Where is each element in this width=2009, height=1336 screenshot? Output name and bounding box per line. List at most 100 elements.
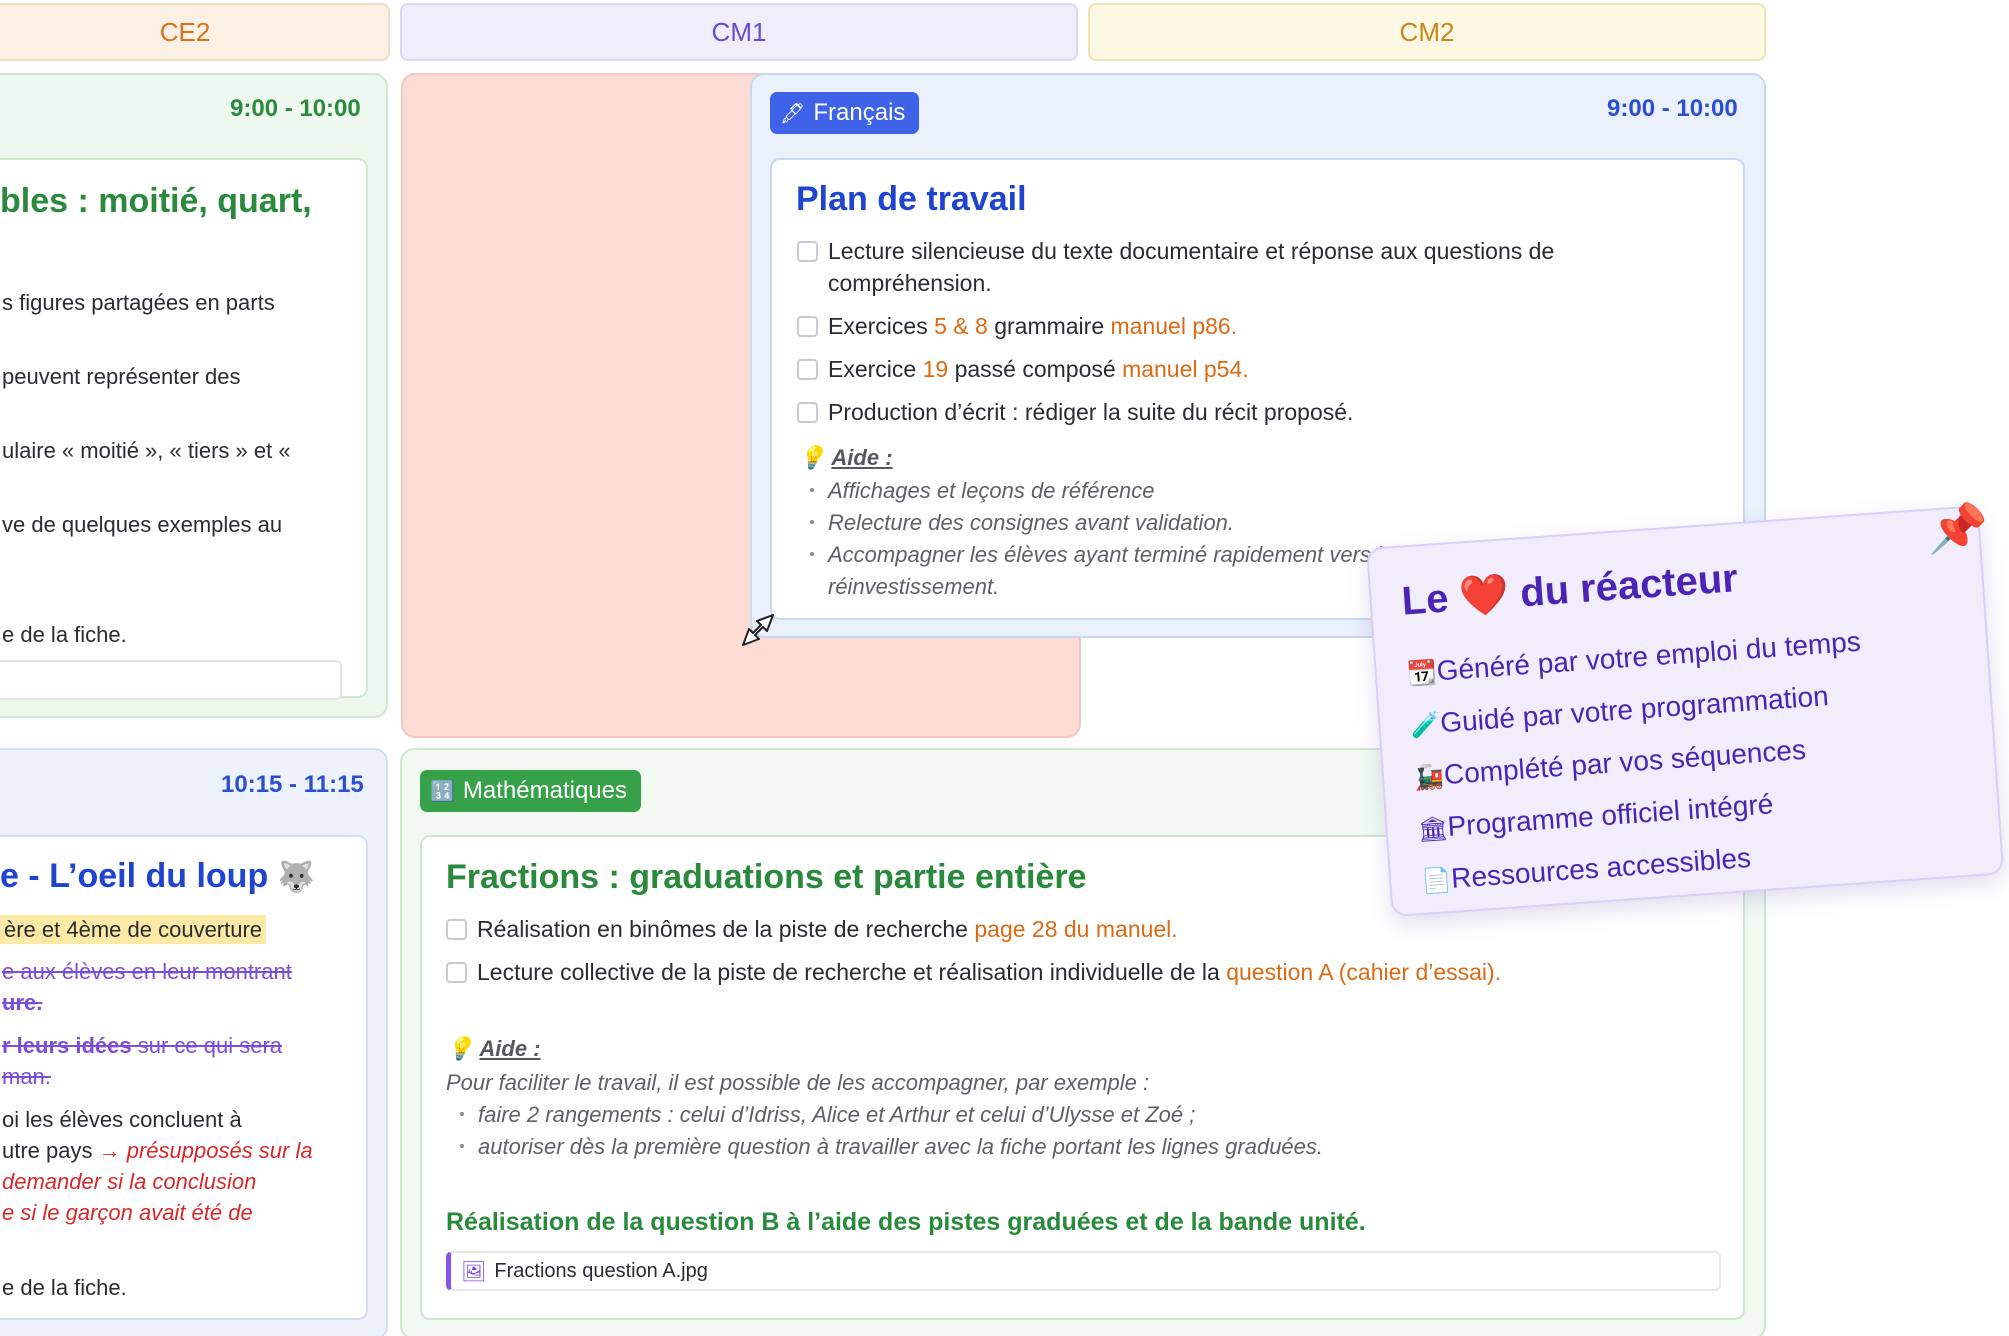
- note-item: 📄Ressources accessibles: [1420, 842, 1752, 897]
- task-checkbox[interactable]: [446, 919, 467, 940]
- task-checkbox[interactable]: [797, 359, 818, 380]
- note-item: 📆Généré par votre emploi du temps: [1406, 626, 1862, 690]
- badge-label: Mathématiques: [462, 777, 627, 804]
- column-header-cm1[interactable]: CM1: [400, 3, 1078, 61]
- lesson-card[interactable]: e - L’oeil du loup 🐺 ère et 4ème de couv…: [0, 835, 368, 1320]
- lesson-line: peuvent représenter des: [2, 364, 241, 389]
- note-item: 🚂Complété par vos séquences: [1413, 734, 1807, 793]
- struck-line: r leurs idées sur ce qui sera: [2, 1033, 282, 1059]
- annotation-text: → présupposés sur la: [98, 1138, 313, 1163]
- pushpin-icon: 📌: [1928, 503, 1988, 556]
- attachment-field[interactable]: [0, 660, 342, 700]
- slot-time: 10:15 - 11:15: [221, 771, 364, 798]
- aide-intro: Pour faciliter le travail, il est possib…: [446, 1070, 1150, 1095]
- pen-icon: 🖋: [780, 102, 806, 125]
- task-text: Exercice: [828, 356, 923, 382]
- column-header-ce2[interactable]: CE2: [0, 3, 390, 61]
- reference-text: page 28 du manuel.: [974, 916, 1178, 942]
- task-item[interactable]: Réalisation en binômes de la piste de re…: [446, 914, 1178, 945]
- aide-item: autoriser dès la première question à tra…: [460, 1131, 1323, 1162]
- column-header-cm2[interactable]: CM2: [1088, 3, 1766, 61]
- feature-note: Le ❤️ du réacteur 📆Généré par votre empl…: [1366, 505, 2005, 918]
- task-item[interactable]: Exercice 19 passé composé manuel p54.: [797, 354, 1249, 385]
- reference-text: 19: [922, 356, 949, 382]
- lesson-line: oi les élèves concluent à: [2, 1107, 242, 1132]
- task-text: grammaire: [987, 313, 1111, 339]
- struck-rest: sur ce qui sera: [131, 1033, 283, 1058]
- wolf-icon: 🐺: [277, 861, 316, 894]
- aide-label: Aide :: [479, 1036, 541, 1061]
- task-checkbox[interactable]: [797, 402, 818, 423]
- column-label: CM2: [1399, 16, 1455, 47]
- aide-item: Affichages et leçons de référence: [810, 475, 1155, 506]
- aide-text: autoriser dès la première question à tra…: [478, 1134, 1324, 1159]
- file-name: Fractions question A.jpg: [494, 1259, 708, 1282]
- lesson-line: ère et 4ème de couverture: [0, 915, 267, 944]
- lesson-title: Fractions : graduations et partie entièr…: [446, 858, 1087, 896]
- note-title: Le ❤️ du réacteur: [1400, 554, 1739, 624]
- attachment-file[interactable]: 🖼 Fractions question A.jpg: [446, 1251, 1721, 1291]
- task-text: Lecture silencieuse du texte documentair…: [828, 238, 1555, 264]
- note-item: 🧪Guidé par votre programmation: [1409, 680, 1830, 741]
- task-checkbox[interactable]: [446, 962, 467, 983]
- heart-icon: ❤️: [1457, 572, 1511, 620]
- task-text: Exercices: [828, 313, 935, 339]
- aide-text: Relecture des consignes avant validation…: [828, 510, 1235, 535]
- task-text: passé composé: [948, 356, 1123, 382]
- reference-text: manuel p54.: [1122, 356, 1249, 382]
- column-label: CM1: [711, 16, 767, 47]
- lesson-line: ve de quelques exemples au: [2, 512, 283, 537]
- aide-heading: 💡 Aide :: [446, 1036, 541, 1062]
- annotation-line: e si le garçon avait été de: [2, 1200, 253, 1225]
- resize-cursor-icon: [742, 614, 774, 646]
- badge-label: Français: [813, 99, 906, 126]
- slot-time: 9:00 - 10:00: [1607, 95, 1738, 122]
- lightbulb-icon: 💡: [446, 1036, 474, 1061]
- struck-bold: r leurs idées: [2, 1033, 132, 1058]
- struck-line: man.: [2, 1064, 51, 1089]
- reference-text: question A (cahier d’essai).: [1226, 959, 1502, 985]
- note-item-label: Ressources accessibles: [1450, 841, 1752, 894]
- aide-text: faire 2 rangements : celui d’Idriss, Ali…: [478, 1102, 1196, 1127]
- test-tube-icon: 🧪: [1409, 711, 1442, 741]
- aide-item: Relecture des consignes avant validation…: [810, 507, 1234, 538]
- aide-text: Affichages et leçons de référence: [828, 478, 1155, 503]
- note-item: 🏛Programme officiel intégré: [1417, 788, 1775, 845]
- task-item[interactable]: Lecture silencieuse du texte documentair…: [797, 236, 1554, 267]
- aide-heading: 💡 Aide :: [798, 445, 893, 471]
- lesson-title: e - L’oeil du loup 🐺: [0, 857, 315, 896]
- note-item-label: Programme officiel intégré: [1446, 788, 1775, 842]
- subject-badge-mathematiques[interactable]: 🔢 Mathématiques: [420, 770, 641, 812]
- note-item-label: Généré par votre emploi du temps: [1435, 625, 1862, 687]
- image-icon: 🖼: [461, 1260, 487, 1283]
- document-icon: 📄: [1420, 866, 1453, 896]
- subject-badge-francais[interactable]: 🖋 Français: [770, 92, 920, 134]
- aide-label: Aide :: [831, 445, 893, 470]
- reference-text: manuel p86.: [1110, 313, 1238, 339]
- slot-time: 9:00 - 10:00: [230, 95, 361, 122]
- lesson-line: s figures partagées en parts: [2, 290, 275, 315]
- task-checkbox[interactable]: [797, 316, 818, 337]
- lesson-line: e de la fiche.: [2, 622, 127, 647]
- lesson-line: ulaire « moitié », « tiers » et «: [2, 438, 291, 463]
- lesson-title-text: e - L’oeil du loup: [0, 857, 269, 895]
- lesson-card[interactable]: bles : moitié, quart, s figures partagée…: [0, 158, 368, 698]
- task-item[interactable]: Exercices 5 & 8 grammaire manuel p86.: [797, 311, 1237, 342]
- reference-text: 5 & 8: [934, 313, 988, 339]
- calendar-icon: 📆: [1406, 659, 1438, 689]
- task-checkbox[interactable]: [797, 241, 818, 262]
- aide-text-cont: réinvestissement.: [828, 574, 1000, 599]
- note-title-pre: Le: [1400, 576, 1450, 624]
- annotation-line: demander si la conclusion: [2, 1169, 257, 1194]
- task-text: Production d’écrit : rédiger la suite du…: [828, 399, 1354, 425]
- task-text: Lecture collective de la piste de recher…: [477, 959, 1227, 985]
- column-label: CE2: [159, 16, 211, 47]
- struck-line: ure.: [2, 990, 43, 1015]
- lesson-line: e de la fiche.: [2, 1275, 127, 1300]
- task-item[interactable]: Production d’écrit : rédiger la suite du…: [797, 397, 1353, 428]
- highlighted-text: ère et 4ème de couverture: [0, 915, 267, 944]
- note-item-label: Guidé par votre programmation: [1439, 680, 1830, 739]
- train-icon: 🚂: [1413, 763, 1445, 793]
- task-item[interactable]: Lecture collective de la piste de recher…: [446, 957, 1501, 988]
- lightbulb-icon: 💡: [798, 445, 826, 470]
